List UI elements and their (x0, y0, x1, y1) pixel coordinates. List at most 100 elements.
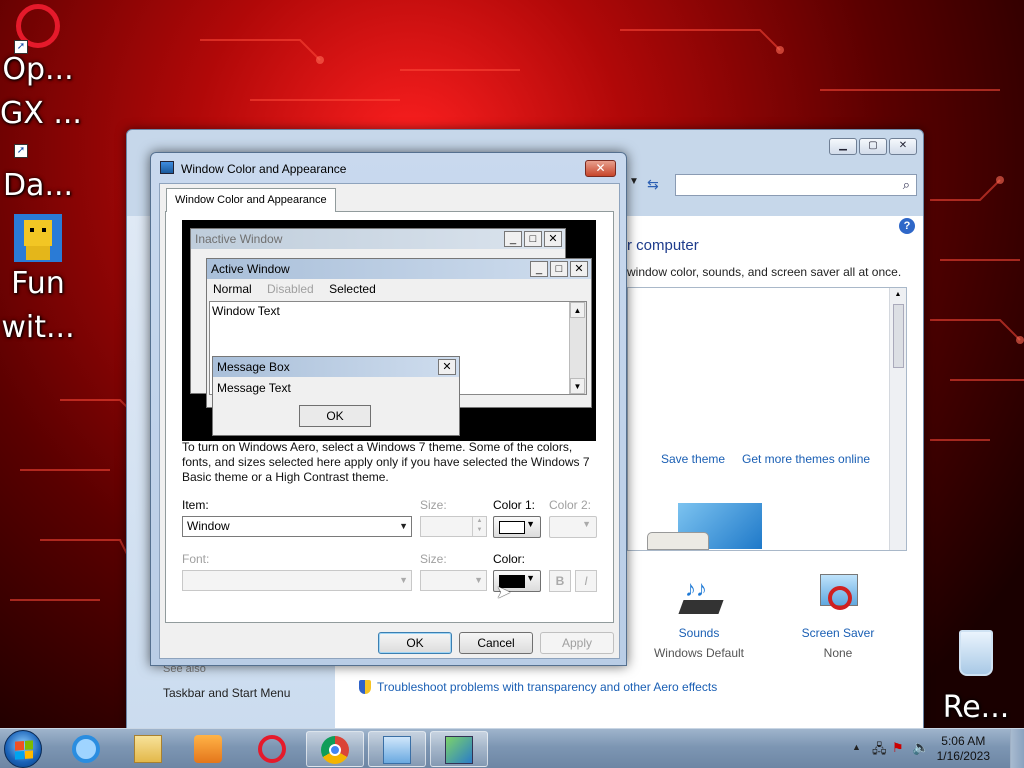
dialog-client: Window Color and Appearance Inactive Win… (159, 183, 620, 659)
screen-saver-label: Screen Saver (801, 626, 875, 640)
chevron-down-icon: ▼ (526, 519, 535, 529)
italic-button[interactable]: I (575, 570, 597, 592)
taskbar-control-panel[interactable] (368, 731, 426, 767)
desktop-icon-label: wit... (1, 310, 75, 345)
desktop-icon-fun[interactable]: Fun wit... (0, 214, 76, 350)
file-explorer-icon (134, 735, 162, 763)
font-label: Font: (182, 552, 210, 566)
taskbar-chrome[interactable] (306, 731, 364, 767)
show-hidden-icons-icon[interactable]: ▲ (852, 742, 861, 752)
save-theme-link[interactable]: Save theme (661, 452, 725, 466)
menu-disabled: Disabled (267, 282, 314, 296)
color2-picker[interactable]: ▼ (549, 516, 597, 538)
inactive-window-buttons: _ □ ✕ (504, 231, 562, 247)
internet-explorer-icon (72, 735, 100, 763)
message-box-titlebar: Message Box ✕ (213, 357, 459, 377)
chrome-icon (321, 736, 349, 764)
close-button[interactable]: ✕ (585, 160, 616, 177)
desktop-icon-label: Re... (942, 690, 1010, 725)
refresh-icon[interactable]: ⇆ (647, 176, 659, 193)
sounds-label: Sounds (678, 626, 720, 640)
theme-list-scrollbar[interactable]: ▲ (889, 288, 906, 550)
minimize-icon: _ (504, 231, 522, 247)
close-button[interactable]: ✕ (889, 138, 917, 155)
address-dropdown-icon[interactable]: ▼ (629, 176, 639, 187)
shield-icon (359, 680, 371, 694)
message-box-buttons: ✕ (438, 359, 456, 375)
taskbar-personalization[interactable] (430, 731, 488, 767)
get-more-themes-link[interactable]: Get more themes online (742, 452, 870, 466)
close-icon: ✕ (544, 231, 562, 247)
minimize-button[interactable]: ▁ (829, 138, 857, 155)
shortcut-arrow-icon: ➚ (14, 40, 28, 54)
volume-icon[interactable]: 🔈 (912, 739, 929, 756)
taskbar-opera-gx[interactable] (244, 731, 302, 767)
color1-label: Color 1: (493, 498, 536, 512)
tab-panel: Inactive Window _ □ ✕ Active Window _ □ (165, 211, 614, 623)
tab-window-color[interactable]: Window Color and Appearance (166, 188, 336, 212)
font-dropdown[interactable]: ▼ (182, 570, 412, 591)
scroll-up-icon: ▲ (570, 302, 585, 318)
font-size-label: Size: (420, 552, 447, 566)
apply-button[interactable]: Apply (540, 632, 614, 654)
desktop-icon-label: Fun (11, 266, 65, 301)
taskbar-start-menu-link[interactable]: Taskbar and Start Menu (163, 686, 290, 700)
show-desktop-button[interactable] (1010, 729, 1024, 768)
taskbar-internet-explorer[interactable] (58, 731, 116, 767)
maximize-icon: □ (524, 231, 542, 247)
appearance-preview[interactable]: Inactive Window _ □ ✕ Active Window _ □ (182, 220, 596, 441)
ok-button[interactable]: OK (378, 632, 452, 654)
chevron-down-icon: ▼ (582, 519, 591, 529)
desktop-icon-recycle-bin[interactable]: Re... (936, 630, 1016, 730)
network-icon[interactable]: 🖧 (872, 740, 887, 762)
action-center-icon[interactable]: ⚑ (892, 740, 904, 756)
search-icon: ⌕ (902, 177, 910, 192)
chevron-down-icon: ▼ (399, 521, 408, 531)
clock-time: 5:06 AM (941, 734, 986, 748)
chevron-down-icon: ▼ (399, 575, 408, 585)
page-subtitle: window color, sounds, and screen saver a… (627, 265, 902, 279)
message-text: Message Text (217, 381, 291, 395)
size-label: Size: (420, 498, 447, 512)
message-box-preview: Message Box ✕ Message Text OK (212, 356, 460, 436)
bold-button[interactable]: B (549, 570, 571, 592)
stepper-arrows-icon: ▲ ▼ (472, 517, 486, 536)
search-input[interactable]: ⌕ (675, 174, 917, 196)
screen-saver-item[interactable]: Screen Saver None (778, 572, 898, 660)
clock[interactable]: 5:06 AM 1/16/2023 (937, 734, 990, 764)
window-color-icon (160, 161, 174, 174)
sounds-value: Windows Default (653, 646, 745, 660)
desktop-icon-label: Da... (2, 168, 74, 203)
taskbar-media-player[interactable] (180, 731, 238, 767)
maximize-icon: □ (550, 261, 568, 277)
maximize-button[interactable]: ▢ (859, 138, 887, 155)
color1-picker[interactable]: ▼ (493, 516, 541, 538)
active-window-title: Active Window (211, 262, 290, 276)
item-label: Item: (182, 498, 209, 512)
mouse-cursor-icon: ➤ (496, 582, 512, 602)
item-dropdown[interactable]: Window ▼ (182, 516, 412, 537)
help-icon[interactable]: ? (899, 218, 915, 234)
sounds-icon: ♪♪ (675, 572, 724, 622)
taskbar-file-explorer[interactable] (120, 731, 178, 767)
color2-label: Color 2: (549, 498, 592, 512)
close-icon: ✕ (438, 359, 456, 375)
inactive-window-titlebar: Inactive Window _ □ ✕ (191, 229, 565, 249)
desktop-icon-label: Op... (2, 52, 74, 87)
size-stepper[interactable]: ▲ ▼ (420, 516, 487, 537)
desktop-icon-opera[interactable]: ➚ Op... GX ... (0, 4, 82, 136)
active-window-buttons: _ □ ✕ (530, 261, 588, 277)
roblox-character-icon (14, 214, 62, 262)
font-size-dropdown[interactable]: ▼ (420, 570, 487, 591)
page-title: r computer (627, 237, 699, 254)
opera-gx-icon (258, 735, 286, 763)
menu-selected: Selected (329, 282, 376, 296)
cancel-button[interactable]: Cancel (459, 632, 533, 654)
troubleshoot-link[interactable]: Troubleshoot problems with transparency … (359, 680, 717, 694)
desktop-icon-da[interactable]: ➚ Da... (0, 140, 76, 208)
sounds-item[interactable]: ♪♪ Sounds Windows Default (639, 572, 759, 660)
theme-thumbnail[interactable] (647, 502, 763, 550)
window-color-dialog: Window Color and Appearance ✕ Window Col… (150, 152, 627, 666)
color1-swatch (499, 521, 525, 534)
start-button[interactable] (4, 730, 42, 768)
